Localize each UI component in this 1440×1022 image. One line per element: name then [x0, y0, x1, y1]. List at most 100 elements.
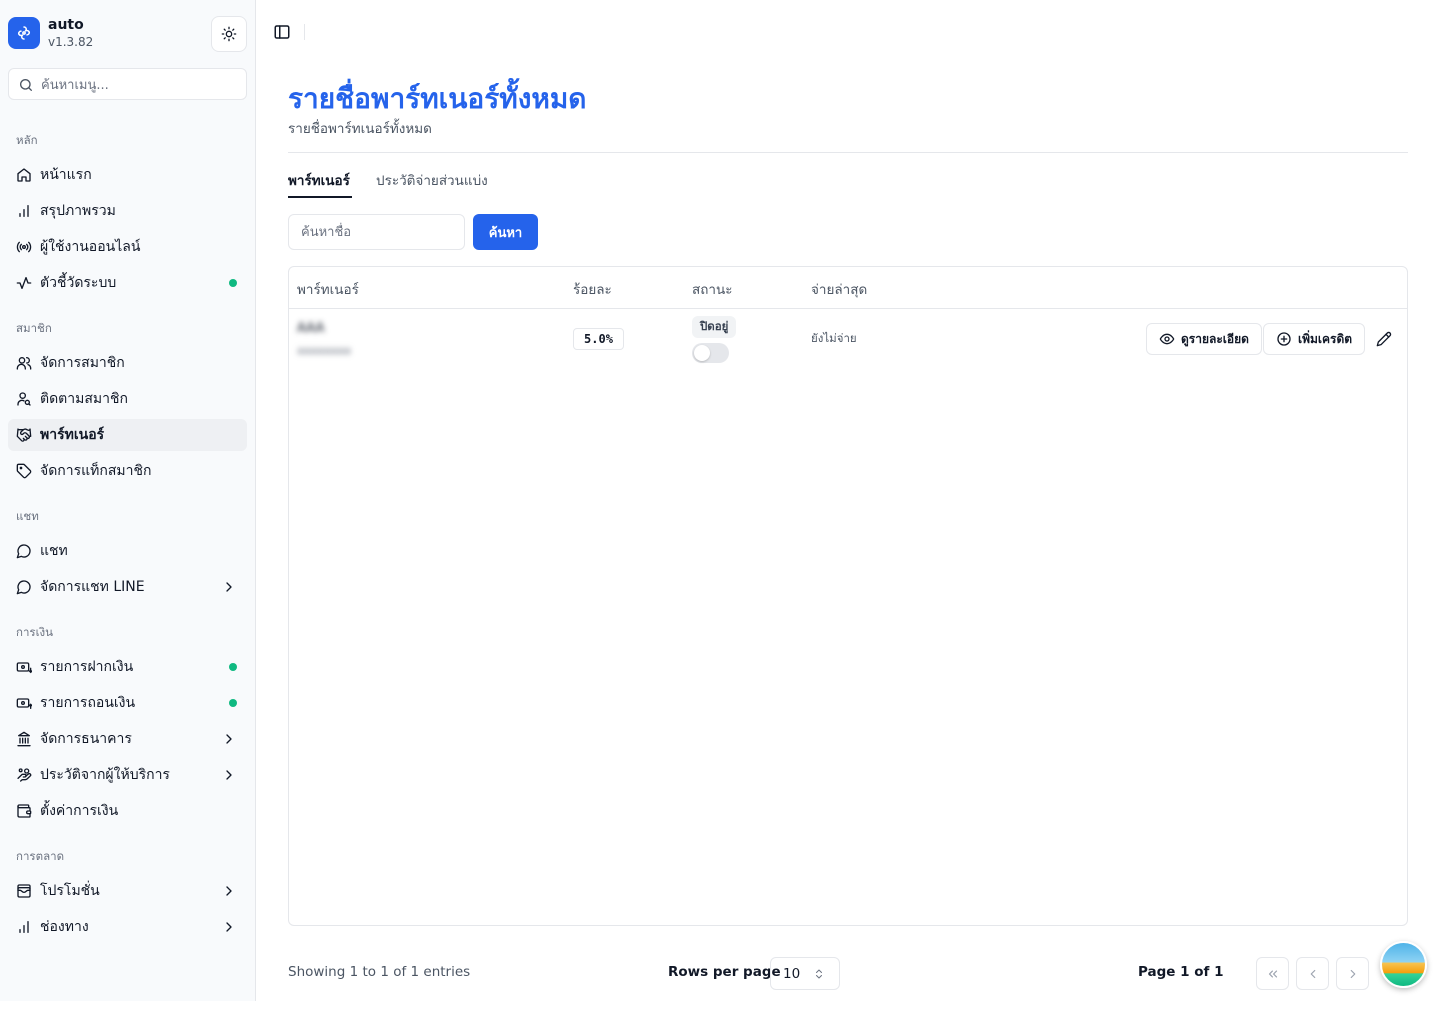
last-paid-value: ยังไม่จ่าย	[811, 331, 857, 345]
wallet-icon	[16, 803, 32, 819]
percent-badge: 5.0%	[573, 328, 624, 350]
app-name: auto	[48, 17, 84, 33]
rows-per-page-value: 10	[783, 965, 801, 982]
tag-icon	[16, 463, 32, 479]
sidebar-item-label: ตัวชี้วัดระบบ	[40, 275, 117, 291]
chevron-right-icon	[1350, 969, 1355, 978]
menu-search	[8, 68, 247, 100]
chevrons-left-icon	[1268, 970, 1277, 977]
sidebar-item-member-tags[interactable]: จัดการแท็กสมาชิก	[8, 455, 247, 487]
section-label-main: หลัก	[16, 133, 38, 147]
sidebar-item-label: จัดการแท็กสมาชิก	[40, 463, 152, 479]
deposit-icon	[16, 659, 32, 675]
home-icon	[16, 167, 32, 183]
sidebar-item-promotions[interactable]: โปรโมชั่น	[8, 875, 247, 907]
column-header-status[interactable]: สถานะ	[692, 278, 732, 300]
sidebar-item-label: แชท	[40, 543, 68, 559]
chevron-right-icon	[226, 886, 232, 896]
sidebar-item-overview[interactable]: สรุปภาพรวม	[8, 195, 247, 227]
chevron-left-icon	[1310, 969, 1315, 978]
column-header-partner[interactable]: พาร์ทเนอร์	[297, 278, 359, 300]
menu-search-input[interactable]	[41, 75, 236, 95]
pencil-icon	[1376, 331, 1392, 347]
chevron-right-icon	[226, 922, 232, 932]
sun-icon	[221, 26, 237, 42]
previous-page-button[interactable]	[1296, 957, 1329, 990]
sidebar-item-system-metrics[interactable]: ตัวชี้วัดระบบ	[8, 267, 247, 299]
sidebar-item-finance-settings[interactable]: ตั้งค่าการเงิน	[8, 795, 247, 827]
sidebar-item-label: ช่องทาง	[40, 919, 89, 935]
view-details-label: ดูรายละเอียด	[1181, 331, 1249, 346]
sidebar-item-deposits[interactable]: รายการฝากเงิน	[8, 651, 247, 683]
sidebar-item-label: ตั้งค่าการเงิน	[40, 803, 119, 819]
view-details-button[interactable]: ดูรายละเอียด	[1146, 323, 1262, 355]
sidebar-toggle-button[interactable]	[272, 22, 292, 42]
sidebar-item-label: รายการถอนเงิน	[40, 695, 136, 711]
sidebar-item-online-users[interactable]: ผู้ใช้งานออนไลน์	[8, 231, 247, 263]
chevron-right-icon	[226, 770, 232, 780]
section-label-members: สมาชิก	[16, 321, 52, 335]
search-icon	[20, 79, 32, 91]
edit-button[interactable]	[1374, 329, 1394, 349]
rows-per-page-label: Rows per page	[668, 964, 781, 980]
sidebar-item-banks[interactable]: จัดการธนาคาร	[8, 723, 247, 755]
bar-chart-icon	[16, 919, 32, 935]
tab-partners[interactable]: พาร์ทเนอร์	[288, 169, 350, 191]
column-header-last-paid[interactable]: จ่ายล่าสุด	[811, 278, 867, 300]
sidebar-item-line-chat[interactable]: จัดการแชท LINE	[8, 571, 247, 603]
partner-name: AAA	[297, 321, 325, 336]
eye-icon	[1159, 333, 1175, 345]
sidebar-item-label: สรุปภาพรวม	[40, 203, 116, 219]
section-label-chat: แชท	[16, 509, 39, 523]
sidebar: auto v1.3.82 หลัก หน้าแรก สรุปภาพรวม ผู้…	[0, 0, 256, 1001]
first-page-button[interactable]	[1256, 957, 1289, 990]
sidebar-item-label: จัดการสมาชิก	[40, 355, 125, 371]
sidebar-item-chat[interactable]: แชท	[8, 535, 247, 567]
add-credit-button[interactable]: เพิ่มเครดิต	[1263, 323, 1366, 355]
tab-payout-history[interactable]: ประวัติจ่ายส่วนแบ่ง	[376, 169, 488, 191]
partner-username: aaaaaaaa	[297, 344, 351, 357]
sidebar-item-manage-members[interactable]: จัดการสมาชิก	[8, 347, 247, 379]
column-header-percent[interactable]: ร้อยละ	[573, 278, 612, 300]
search-button[interactable]: ค้นหา	[473, 214, 538, 250]
bar-chart-icon	[16, 203, 32, 219]
app-version: v1.3.82	[48, 35, 94, 49]
rows-per-page-select[interactable]: 10	[770, 957, 840, 990]
status-toggle[interactable]	[692, 343, 729, 363]
users-icon	[16, 355, 32, 371]
withdraw-icon	[16, 695, 32, 711]
next-page-button[interactable]	[1336, 957, 1369, 990]
sidebar-item-channels[interactable]: ช่องทาง	[8, 911, 247, 943]
add-credit-label: เพิ่มเครดิต	[1298, 331, 1353, 346]
entries-summary: Showing 1 to 1 of 1 entries	[288, 964, 471, 980]
theme-toggle-button[interactable]	[211, 16, 247, 52]
sidebar-item-track-members[interactable]: ติดตามสมาชิก	[8, 383, 247, 415]
active-tab-indicator	[288, 196, 352, 198]
wallet-cards-icon	[16, 883, 32, 899]
sidebar-item-label: จัดการธนาคาร	[40, 731, 132, 747]
sidebar-item-label: พาร์ทเนอร์	[40, 427, 105, 443]
sidebar-item-label: จัดการแชท LINE	[40, 579, 145, 595]
user-search-icon	[16, 391, 32, 407]
sidebar-item-label: ติดตามสมาชิก	[40, 391, 128, 407]
toggle-knob	[694, 345, 710, 361]
sidebar-item-home[interactable]: หน้าแรก	[8, 159, 247, 191]
sidebar-item-partners[interactable]: พาร์ทเนอร์	[8, 419, 247, 451]
page-title: รายชื่อพาร์ทเนอร์ทั้งหมด	[288, 82, 587, 115]
message-circle-icon	[16, 579, 32, 595]
sidebar-item-label: ประวัติจากผู้ให้บริการ	[40, 767, 170, 783]
app-logo-icon[interactable]	[8, 17, 40, 49]
name-search-input[interactable]	[288, 214, 465, 250]
topbar-divider	[304, 24, 305, 40]
message-circle-icon	[16, 543, 32, 559]
panel-left-icon	[274, 25, 290, 39]
radio-icon	[16, 239, 32, 255]
user-avatar[interactable]	[1380, 941, 1427, 988]
sidebar-item-withdrawals[interactable]: รายการถอนเงิน	[8, 687, 247, 719]
page-indicator: Page 1 of 1	[1138, 964, 1224, 980]
header-row-divider	[289, 308, 1407, 309]
status-dot	[229, 663, 237, 671]
sidebar-item-provider-history[interactable]: ประวัติจากผู้ให้บริการ	[8, 759, 247, 791]
chevron-right-icon	[226, 734, 232, 744]
chevron-right-icon	[226, 582, 232, 592]
